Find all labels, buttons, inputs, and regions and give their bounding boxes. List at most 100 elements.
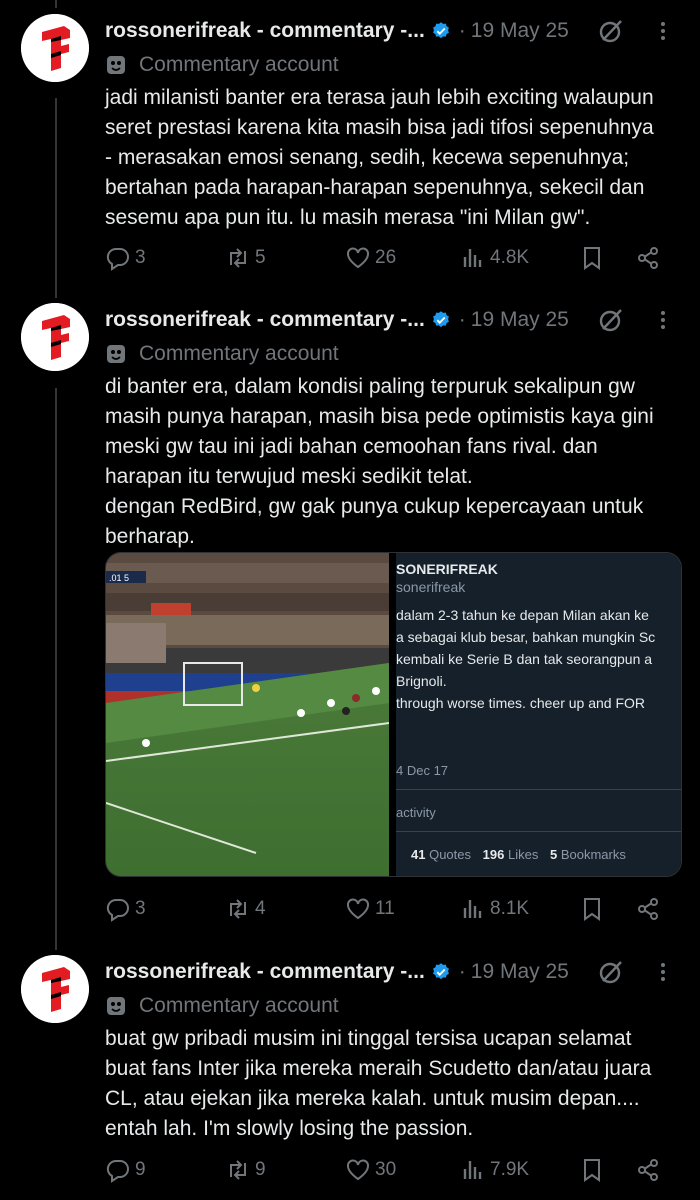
account-label-text: Commentary account [139, 994, 339, 1017]
quoted-line-5: through worse times. cheer up and FOR [396, 695, 646, 711]
quoted-handle: sonerifreak [396, 579, 466, 595]
share-icon [638, 898, 658, 920]
quoted-divider [396, 831, 681, 832]
heart-icon [347, 1159, 369, 1181]
quoted-line-3: kembali ke Serie B dan tak seorangpun a [396, 651, 653, 667]
views-icon [463, 249, 482, 267]
tweet-text: jadi milanisti banter era terasa jauh le… [105, 86, 654, 229]
bookmark-icon [584, 1159, 600, 1182]
like-count: 11 [375, 898, 395, 919]
tweet-header: rossonerifreak - commentary -... · 19 Ma… [105, 955, 680, 989]
verified-badge-icon [432, 963, 449, 980]
more-options-icon[interactable] [656, 18, 670, 44]
repost-button[interactable]: 9 [225, 1153, 266, 1187]
reply-count: 3 [135, 247, 146, 268]
separator-dot: · [458, 19, 466, 42]
heart-icon [347, 247, 369, 269]
action-bar: 3 4 11 8.1K [105, 892, 670, 926]
views-count: 8.1K [490, 898, 530, 919]
like-button[interactable]: 26 [345, 241, 396, 275]
repost-button[interactable]: 4 [225, 892, 266, 926]
action-bar: 9 9 30 7.9K [105, 1153, 670, 1187]
action-bar: 3 5 26 4.8K [105, 241, 670, 275]
theater-mask-icon [107, 345, 125, 363]
grok-icon[interactable] [598, 18, 624, 44]
share-button[interactable] [635, 892, 665, 926]
quoted-likes-label: Likes [507, 847, 539, 862]
like-count: 26 [375, 247, 397, 268]
quoted-screenshot[interactable]: SONERIFREAK sonerifreak dalam 2-3 tahun … [396, 553, 681, 876]
theater-mask-icon [107, 56, 125, 74]
quoted-line-4: Brignoli. [396, 673, 447, 689]
repost-button[interactable]: 5 [225, 241, 266, 275]
quoted-divider [396, 789, 681, 790]
account-label-text: Commentary account [139, 342, 339, 365]
views-count: 4.8K [490, 247, 530, 268]
quoted-line-1: dalam 2-3 tahun ke depan Milan akan ke [396, 607, 649, 623]
bookmark-icon [584, 898, 600, 921]
views-icon [463, 1161, 482, 1179]
tweet-2[interactable]: rossonerifreak - commentary -... · 19 Ma… [0, 303, 700, 938]
views-icon [463, 900, 482, 918]
tweet-3[interactable]: rossonerifreak - commentary -... · 19 Ma… [0, 955, 700, 1200]
verified-badge-icon [432, 311, 449, 328]
tweet-date[interactable]: 19 May 25 [471, 308, 569, 332]
author-name[interactable]: rossonerifreak - commentary -... [105, 308, 425, 332]
share-icon [638, 247, 658, 269]
video-thumbnail[interactable]: .01 5 [106, 553, 390, 876]
reply-button[interactable]: 3 [105, 241, 146, 275]
quoted-activity: activity [396, 805, 436, 820]
quoted-stats: 41 Quotes 196 Likes 5 Bookmarks [411, 847, 634, 862]
avatar[interactable] [21, 955, 89, 1023]
reply-button[interactable]: 3 [105, 892, 146, 926]
tweet-date[interactable]: 19 May 25 [471, 960, 569, 984]
reply-count: 3 [135, 898, 146, 919]
quoted-bookmarks-num: 5 [549, 847, 558, 862]
quoted-bookmarks-label: Bookmarks [560, 847, 626, 862]
reply-icon [106, 1159, 129, 1183]
more-options-icon[interactable] [656, 307, 670, 333]
repost-icon [230, 248, 246, 268]
author-name[interactable]: rossonerifreak - commentary -... [105, 19, 425, 43]
avatar[interactable] [21, 303, 89, 371]
grok-icon[interactable] [598, 307, 624, 333]
quoted-quotes-label: Quotes [429, 847, 472, 862]
account-label-text: Commentary account [139, 53, 339, 76]
repost-count: 5 [255, 247, 266, 268]
account-label: Commentary account [105, 339, 339, 369]
views-button[interactable]: 8.1K [460, 892, 529, 926]
views-button[interactable]: 4.8K [460, 241, 529, 275]
bookmark-button[interactable] [579, 241, 609, 275]
account-label: Commentary account [105, 50, 339, 80]
verified-badge-icon [432, 22, 449, 39]
reply-icon [106, 898, 129, 922]
bookmark-button[interactable] [579, 1153, 609, 1187]
tweet-text: di banter era, dalam kondisi paling terp… [105, 375, 654, 548]
share-button[interactable] [635, 241, 665, 275]
views-button[interactable]: 7.9K [460, 1153, 529, 1187]
author-name[interactable]: rossonerifreak - commentary -... [105, 960, 425, 984]
tweet-header: rossonerifreak - commentary -... · 19 Ma… [105, 303, 680, 337]
share-button[interactable] [635, 1153, 665, 1187]
quoted-quotes-num: 41 [411, 847, 426, 862]
like-button[interactable]: 30 [345, 1153, 396, 1187]
repost-icon [230, 1160, 246, 1180]
tweet-1[interactable]: rossonerifreak - commentary -... · 19 Ma… [0, 14, 700, 284]
bookmark-button[interactable] [579, 892, 609, 926]
repost-count: 9 [255, 1159, 266, 1180]
video-scoreboard: .01 5 [109, 573, 129, 583]
tweet-media[interactable]: .01 5 SONERIFREAK sonerifreak dalam 2-3 … [105, 552, 682, 877]
tweet-header: rossonerifreak - commentary -... · 19 Ma… [105, 14, 680, 48]
quoted-line-2: a sebagai klub besar, bahkan mungkin Sc [396, 629, 656, 645]
heart-icon [347, 898, 369, 920]
avatar[interactable] [21, 14, 89, 82]
like-button[interactable]: 11 [345, 892, 395, 926]
reply-button[interactable]: 9 [105, 1153, 146, 1187]
repost-icon [230, 899, 246, 919]
share-icon [638, 1159, 658, 1181]
more-options-icon[interactable] [656, 959, 670, 985]
tweet-date[interactable]: 19 May 25 [471, 19, 569, 43]
repost-count: 4 [255, 898, 266, 919]
grok-icon[interactable] [598, 959, 624, 985]
tweet-text: buat gw pribadi musim ini tinggal tersis… [105, 1027, 652, 1140]
